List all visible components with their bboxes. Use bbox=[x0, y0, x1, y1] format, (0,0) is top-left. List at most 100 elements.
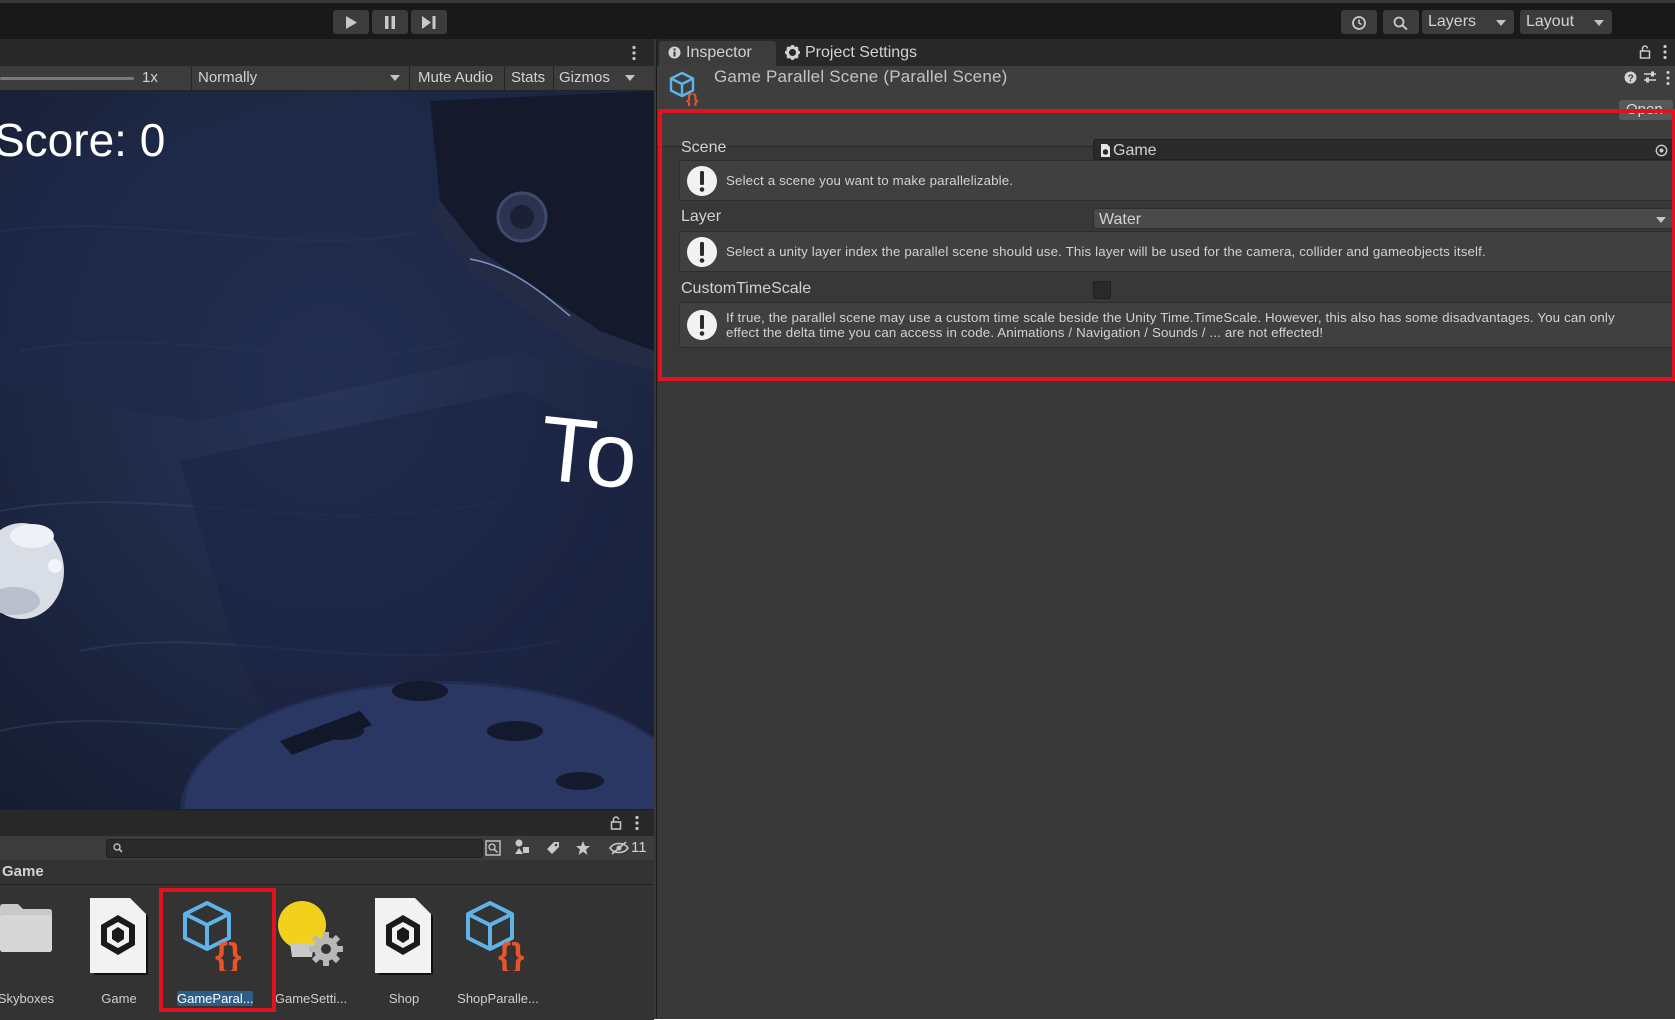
asset-item[interactable]: {} ShopParalle... bbox=[450, 885, 546, 1020]
parallel-scene-icon: {} bbox=[183, 901, 241, 971]
scale-value: 1x bbox=[142, 69, 158, 86]
unity-scene-icon bbox=[90, 898, 148, 975]
layer-dropdown[interactable]: Water bbox=[1093, 208, 1673, 229]
asset-item-selected[interactable]: {} GameParal... bbox=[167, 885, 263, 1020]
timescale-help-line-2: effect the delta time you can access in … bbox=[726, 325, 1324, 340]
svg-text:{}: {} bbox=[498, 937, 524, 971]
hidden-packages-eye-icon[interactable] bbox=[609, 841, 629, 855]
folder-icon bbox=[0, 904, 52, 952]
chevron-down-icon bbox=[1594, 20, 1604, 26]
breadcrumb-item-game[interactable]: Game bbox=[2, 860, 44, 884]
favorites-star-icon[interactable] bbox=[575, 840, 591, 856]
layout-label: Layout bbox=[1526, 13, 1575, 30]
gear-icon bbox=[785, 45, 800, 60]
asset-item[interactable]: Shop bbox=[356, 885, 452, 1020]
asset-item[interactable]: Game bbox=[71, 885, 167, 1020]
project-toolbar: 11 bbox=[0, 836, 654, 860]
layout-dropdown[interactable]: Layout bbox=[1520, 10, 1612, 34]
layer-help-text: Select a unity layer index the parallel … bbox=[726, 244, 1486, 259]
scene-object-field[interactable]: Game bbox=[1093, 139, 1673, 160]
layers-label: Layers bbox=[1428, 13, 1477, 30]
warning-icon bbox=[687, 310, 717, 340]
hidden-packages-count: 11 bbox=[631, 839, 647, 856]
step-icon bbox=[422, 16, 436, 29]
warning-icon bbox=[687, 166, 717, 196]
lightbulb-gear-icon bbox=[278, 901, 343, 966]
presets-icon[interactable] bbox=[1643, 70, 1657, 84]
lock-icon[interactable] bbox=[610, 816, 622, 830]
more-options-icon[interactable] bbox=[631, 45, 637, 61]
game-view-tabbar bbox=[0, 39, 654, 66]
search-icon bbox=[1393, 16, 1408, 30]
more-options-icon[interactable] bbox=[1662, 44, 1668, 60]
vsync-label: Normally bbox=[198, 69, 258, 86]
scene-asset-icon bbox=[1101, 144, 1110, 157]
divider bbox=[409, 66, 410, 90]
unity-editor: Layers Layout 1x Normally Mute Audio Sta bbox=[0, 0, 1675, 1020]
history-button[interactable] bbox=[1341, 10, 1377, 34]
filter-by-type-icon[interactable] bbox=[514, 839, 530, 856]
history-icon bbox=[1352, 16, 1366, 30]
partial-overlay-text: To bbox=[534, 397, 643, 509]
info-icon bbox=[668, 46, 681, 59]
svg-text:{}: {} bbox=[215, 937, 241, 971]
play-icon bbox=[346, 16, 357, 29]
asset-label: GameSetti... bbox=[274, 991, 348, 1006]
asset-label: Skyboxes bbox=[0, 991, 55, 1006]
search-by-type-icon[interactable] bbox=[485, 840, 501, 856]
pause-button[interactable] bbox=[372, 10, 408, 34]
open-button-label: Open bbox=[1626, 101, 1663, 118]
gizmos-dropdown-arrow-icon[interactable] bbox=[625, 75, 635, 81]
parallel-scene-icon: {} bbox=[669, 71, 698, 106]
scale-slider[interactable] bbox=[0, 77, 134, 80]
scene-help-text: Select a scene you want to make parallel… bbox=[726, 173, 1014, 188]
unity-scene-icon bbox=[375, 898, 433, 975]
asset-label: Game bbox=[101, 991, 137, 1006]
vsync-dropdown[interactable]: Normally bbox=[192, 66, 408, 90]
timescale-help-box: If true, the parallel scene may use a cu… bbox=[679, 302, 1674, 348]
chevron-down-icon bbox=[1496, 20, 1506, 26]
stats-button[interactable]: Stats bbox=[511, 66, 545, 90]
game-viewport[interactable]: Score: 0 To bbox=[0, 91, 654, 809]
tab-project-settings[interactable]: Project Settings bbox=[805, 39, 917, 66]
inspector-header: {} Game Parallel Scene (Parallel Scene) … bbox=[657, 66, 1675, 146]
svg-text:{}: {} bbox=[686, 92, 698, 106]
help-icon[interactable]: ? bbox=[1624, 71, 1637, 84]
lock-icon[interactable] bbox=[1639, 45, 1651, 59]
play-button[interactable] bbox=[333, 10, 369, 34]
gizmos-button[interactable]: Gizmos bbox=[559, 66, 610, 90]
layer-label: Layer bbox=[681, 208, 722, 225]
asset-label: Shop bbox=[388, 991, 420, 1006]
svg-text:?: ? bbox=[1628, 74, 1634, 85]
search-input[interactable] bbox=[106, 839, 483, 858]
timescale-help-line-1: If true, the parallel scene may use a cu… bbox=[726, 310, 1615, 325]
open-button[interactable]: Open bbox=[1619, 100, 1673, 120]
inspector-panel: Inspector Project Settings {} Game Paral… bbox=[656, 39, 1675, 1019]
tab-inspector-label[interactable]: Inspector bbox=[686, 39, 752, 66]
search-button[interactable] bbox=[1383, 10, 1419, 34]
chevron-down-icon bbox=[390, 75, 400, 81]
chevron-down-icon bbox=[1656, 217, 1666, 223]
inspector-title: Game Parallel Scene (Parallel Scene) bbox=[714, 67, 1008, 86]
divider bbox=[504, 66, 505, 90]
more-options-icon[interactable] bbox=[634, 815, 640, 831]
mute-audio-button[interactable]: Mute Audio bbox=[418, 66, 493, 90]
object-picker-icon[interactable] bbox=[1655, 144, 1668, 157]
asset-item[interactable]: Skyboxes bbox=[0, 885, 74, 1020]
step-button[interactable] bbox=[411, 10, 447, 34]
divider bbox=[553, 66, 554, 90]
filter-by-label-icon[interactable] bbox=[545, 840, 561, 856]
asset-item[interactable]: GameSetti... bbox=[263, 885, 359, 1020]
search-icon bbox=[113, 843, 123, 853]
game-view-panel: 1x Normally Mute Audio Stats Gizmos Scor… bbox=[0, 39, 654, 809]
parallel-scene-icon: {} bbox=[466, 901, 524, 971]
game-view-controls: 1x Normally Mute Audio Stats Gizmos bbox=[0, 66, 654, 91]
layer-value: Water bbox=[1099, 211, 1142, 228]
layers-dropdown[interactable]: Layers bbox=[1422, 10, 1514, 34]
main-toolbar: Layers Layout bbox=[0, 3, 1675, 39]
custom-timescale-checkbox[interactable] bbox=[1093, 281, 1111, 299]
pause-icon bbox=[385, 16, 395, 29]
score-text: Score: 0 bbox=[0, 114, 166, 166]
more-options-icon[interactable] bbox=[1665, 70, 1671, 86]
asset-label: GameParal... bbox=[177, 991, 254, 1006]
